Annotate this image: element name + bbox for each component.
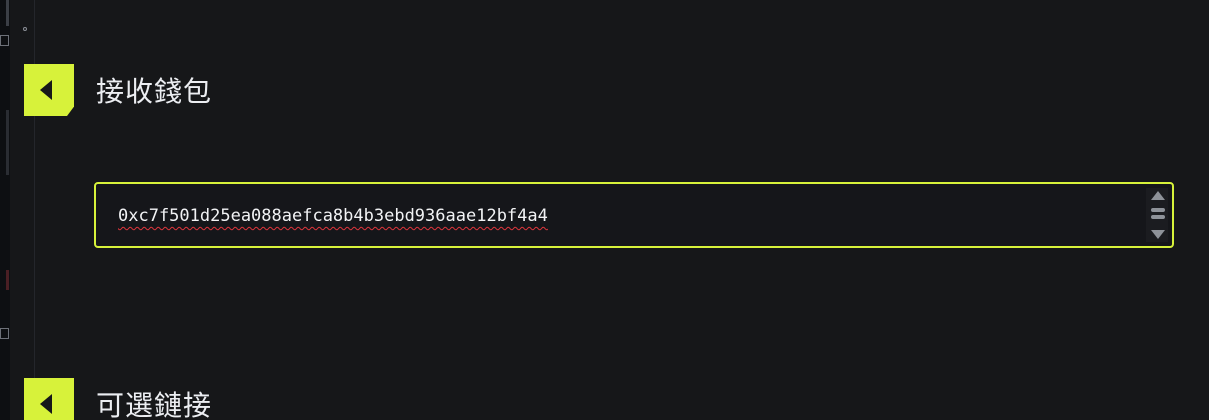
handle-bar (1151, 208, 1165, 212)
section-title: 可選鏈接 (96, 389, 213, 420)
window-edge-icon (0, 328, 9, 339)
chevron-left-icon (40, 394, 52, 414)
window-edge-mark (6, 110, 9, 175)
collapse-section-button[interactable] (24, 64, 74, 116)
dot-icon (23, 27, 27, 31)
handle-bar (1151, 215, 1165, 219)
drag-handle-icon[interactable] (1151, 208, 1165, 220)
field-scroll-control[interactable] (1146, 188, 1168, 242)
collapse-section-button[interactable] (24, 378, 74, 420)
page: 接收錢包 0xc7f501d25ea088aefca8b4b3ebd936aae… (0, 0, 1209, 420)
section-header-receive-wallet: 接收錢包 (24, 64, 212, 116)
vertical-divider (34, 0, 35, 420)
window-edge-icon (0, 35, 9, 46)
window-edge-mark (6, 270, 9, 290)
triangle-down-icon[interactable] (1151, 230, 1165, 239)
wallet-address-value[interactable]: 0xc7f501d25ea088aefca8b4b3ebd936aae12bf4… (118, 206, 548, 226)
wallet-address-field[interactable]: 0xc7f501d25ea088aefca8b4b3ebd936aae12bf4… (94, 182, 1174, 248)
window-edge-mark (6, 0, 9, 26)
section-header-optional-link: 可選鏈接 (24, 378, 212, 420)
chevron-left-icon (40, 80, 52, 100)
triangle-up-icon[interactable] (1151, 191, 1165, 200)
adjacent-window-edge (0, 0, 10, 420)
section-title: 接收錢包 (96, 75, 213, 108)
